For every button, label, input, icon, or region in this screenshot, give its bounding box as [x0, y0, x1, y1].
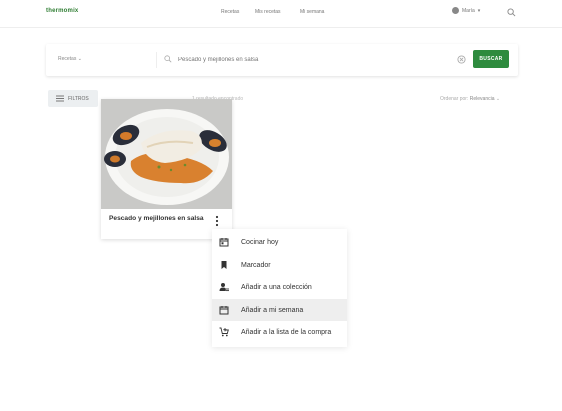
- search-icon: [164, 55, 172, 63]
- divider: [156, 52, 157, 68]
- search-icon[interactable]: [507, 8, 516, 17]
- menu-item-label: Añadir a mi semana: [241, 306, 304, 314]
- search-button[interactable]: BUSCAR: [473, 50, 509, 68]
- user-name: María: [462, 7, 475, 14]
- avatar: [452, 7, 459, 14]
- sort-label: Ordenar por:: [440, 96, 469, 102]
- menu-item-cocinar-hoy[interactable]: Cocinar hoy: [212, 231, 347, 253]
- calendar-today-icon: [219, 238, 229, 247]
- nav-recetas[interactable]: Recetas: [221, 9, 239, 15]
- menu-item-label: Cocinar hoy: [241, 238, 279, 246]
- sort-dropdown[interactable]: Ordenar por: Relevancia ⌄: [440, 96, 500, 102]
- logo[interactable]: thermomix: [46, 8, 78, 14]
- menu-item-label: Marcador: [241, 261, 271, 269]
- filters-button[interactable]: FILTROS: [48, 90, 98, 107]
- menu-item-label: Añadir a la lista de la compra: [241, 328, 332, 336]
- top-navigation-bar: thermomix Recetas Mis recetas Mi semana …: [0, 0, 562, 28]
- more-options-icon[interactable]: [214, 215, 220, 227]
- filters-button-label: FILTROS: [68, 95, 89, 102]
- filter-icon: [56, 95, 64, 102]
- recipe-context-menu: Cocinar hoy Marcador Añadir a una colecc…: [212, 229, 347, 347]
- recipe-card[interactable]: Pescado y mejillones en salsa: [101, 99, 232, 239]
- nav-mi-semana[interactable]: Mi semana: [300, 9, 324, 15]
- add-to-collection-icon: [219, 283, 229, 292]
- chevron-down-icon: ⌄: [495, 96, 501, 102]
- chevron-down-icon: ⌄: [77, 56, 82, 62]
- add-to-cart-icon: [219, 327, 229, 337]
- search-bar: Recetas ⌄ BUSCAR: [46, 44, 518, 76]
- sort-value: Relevancia: [469, 96, 495, 102]
- menu-item-label: Añadir a una colección: [241, 283, 312, 291]
- clear-icon[interactable]: [457, 55, 466, 64]
- recipe-image: [101, 99, 232, 209]
- chevron-down-icon: ▾: [477, 7, 481, 14]
- menu-item-anadir-coleccion[interactable]: Añadir a una colección: [212, 276, 347, 298]
- nav-mis-recetas[interactable]: Mis recetas: [255, 9, 281, 15]
- category-select[interactable]: Recetas ⌄: [58, 56, 82, 62]
- calendar-icon: [219, 306, 229, 315]
- category-select-value: Recetas: [58, 56, 77, 62]
- user-menu[interactable]: María ▾: [452, 7, 480, 14]
- recipe-card-title: Pescado y mejillones en salsa: [109, 215, 204, 222]
- menu-item-anadir-mi-semana[interactable]: Añadir a mi semana: [212, 299, 347, 321]
- menu-item-anadir-lista-compra[interactable]: Añadir a la lista de la compra: [212, 321, 347, 343]
- search-input[interactable]: [178, 54, 478, 66]
- menu-item-marcador[interactable]: Marcador: [212, 254, 347, 276]
- bookmark-icon: [221, 261, 227, 269]
